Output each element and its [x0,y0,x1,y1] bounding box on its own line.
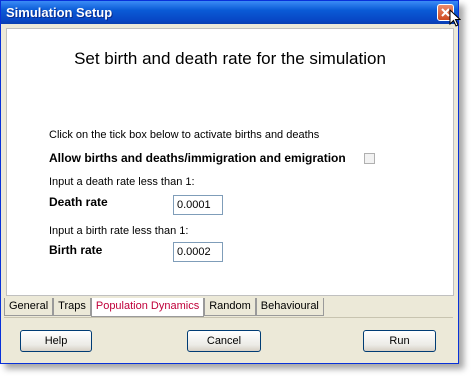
page-heading: Set birth and death rate for the simulat… [74,49,386,68]
tab-strip: General Traps Population Dynamics Random… [4,298,324,317]
run-button[interactable]: Run [363,330,436,352]
death-rate-label: Death rate [49,195,108,209]
tab-general[interactable]: General [4,298,54,316]
allow-births-deaths-checkbox[interactable] [364,153,375,164]
population-dynamics-panel: Set birth and death rate for the simulat… [6,28,454,296]
death-rate-input[interactable] [173,195,223,215]
tab-random[interactable]: Random [204,298,256,316]
divider [4,317,453,318]
tab-population-dynamics[interactable]: Population Dynamics [90,298,205,317]
birth-rate-label: Birth rate [49,243,103,257]
mouse-cursor-icon [449,9,461,27]
tab-traps[interactable]: Traps [53,298,91,316]
simulation-setup-window: Simulation Setup Set birth and death rat… [0,0,459,364]
help-button[interactable]: Help [20,330,92,352]
death-rate-prompt: Input a death rate less than 1: [49,176,195,188]
birth-rate-input[interactable] [173,242,223,262]
allow-births-deaths-label: Allow births and deaths/immigration and … [49,151,346,165]
cancel-button[interactable]: Cancel [187,330,261,352]
tab-behavioural[interactable]: Behavioural [255,298,324,316]
birth-rate-prompt: Input a birth rate less than 1: [49,225,189,237]
title-bar[interactable]: Simulation Setup [1,1,458,24]
window-title: Simulation Setup [6,5,113,20]
instruction-text: Click on the tick box below to activate … [49,129,320,141]
